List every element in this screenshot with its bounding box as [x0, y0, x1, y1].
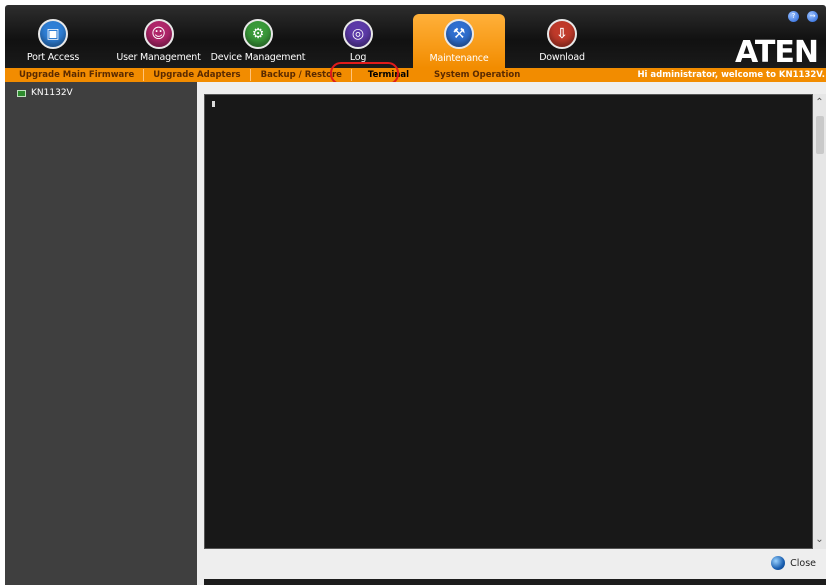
nav-label: Log — [349, 52, 367, 63]
nav-maintenance[interactable]: ⚒ Maintenance — [413, 14, 505, 68]
subnav-upgrade-main-firmware[interactable]: Upgrade Main Firmware — [5, 69, 145, 81]
globe-icon — [771, 556, 786, 570]
device-sidebar: KN1132V — [5, 82, 197, 585]
bottom-strip — [204, 579, 826, 585]
main-panel: ⌃ ⌄ Close — [197, 82, 826, 585]
subnav-upgrade-adapters[interactable]: Upgrade Adapters — [144, 69, 251, 81]
nav-label: Maintenance — [429, 53, 489, 64]
nav-label: Download — [539, 52, 585, 63]
subnav-system-operation[interactable]: System Operation — [418, 69, 529, 81]
nav-label: Device Management — [210, 52, 306, 63]
log-icon: ◎ — [343, 19, 373, 49]
terminal-console[interactable] — [204, 94, 813, 549]
nav-user-management[interactable]: ☺ User Management — [111, 5, 206, 68]
terminal-cursor — [212, 101, 215, 107]
logout-icon[interactable]: → — [807, 11, 818, 22]
terminal-scrollbar[interactable]: ⌃ ⌄ — [813, 94, 826, 549]
user-management-icon: ☺ — [143, 19, 174, 49]
scroll-thumb[interactable] — [816, 116, 824, 154]
help-icon[interactable]: ? — [788, 11, 799, 22]
aten-logo: ATEN — [735, 35, 819, 70]
nav-label: Port Access — [26, 52, 80, 63]
maintenance-icon: ⚒ — [444, 19, 474, 49]
window-controls: ? → — [788, 11, 818, 22]
nav-download[interactable]: ⇩ Download — [531, 5, 593, 68]
subnav-terminal[interactable]: Terminal — [352, 69, 418, 81]
sidebar-item-device[interactable]: KN1132V — [17, 88, 73, 98]
subnav-backup-restore[interactable]: Backup / Restore — [251, 69, 352, 81]
nav-log[interactable]: ◎ Log — [338, 5, 378, 68]
scroll-up-icon[interactable]: ⌃ — [813, 97, 826, 109]
nav-port-access[interactable]: ▣ Port Access — [27, 5, 79, 68]
device-management-icon: ⚙ — [243, 19, 273, 49]
nav-label: User Management — [116, 52, 201, 63]
close-label: Close — [790, 557, 816, 569]
port-access-icon: ▣ — [38, 19, 68, 49]
top-navigation-bar: ▣ Port Access ☺ User Management ⚙ Device… — [5, 5, 826, 70]
nav-device-management[interactable]: ⚙ Device Management — [207, 5, 309, 68]
close-button[interactable]: Close — [771, 556, 816, 570]
device-tree-icon — [17, 89, 26, 97]
sidebar-item-label: KN1132V — [31, 88, 73, 98]
scroll-down-icon[interactable]: ⌄ — [813, 534, 826, 546]
download-icon: ⇩ — [547, 19, 577, 49]
welcome-message: Hi administrator, welcome to KN1132V. — [637, 70, 825, 80]
